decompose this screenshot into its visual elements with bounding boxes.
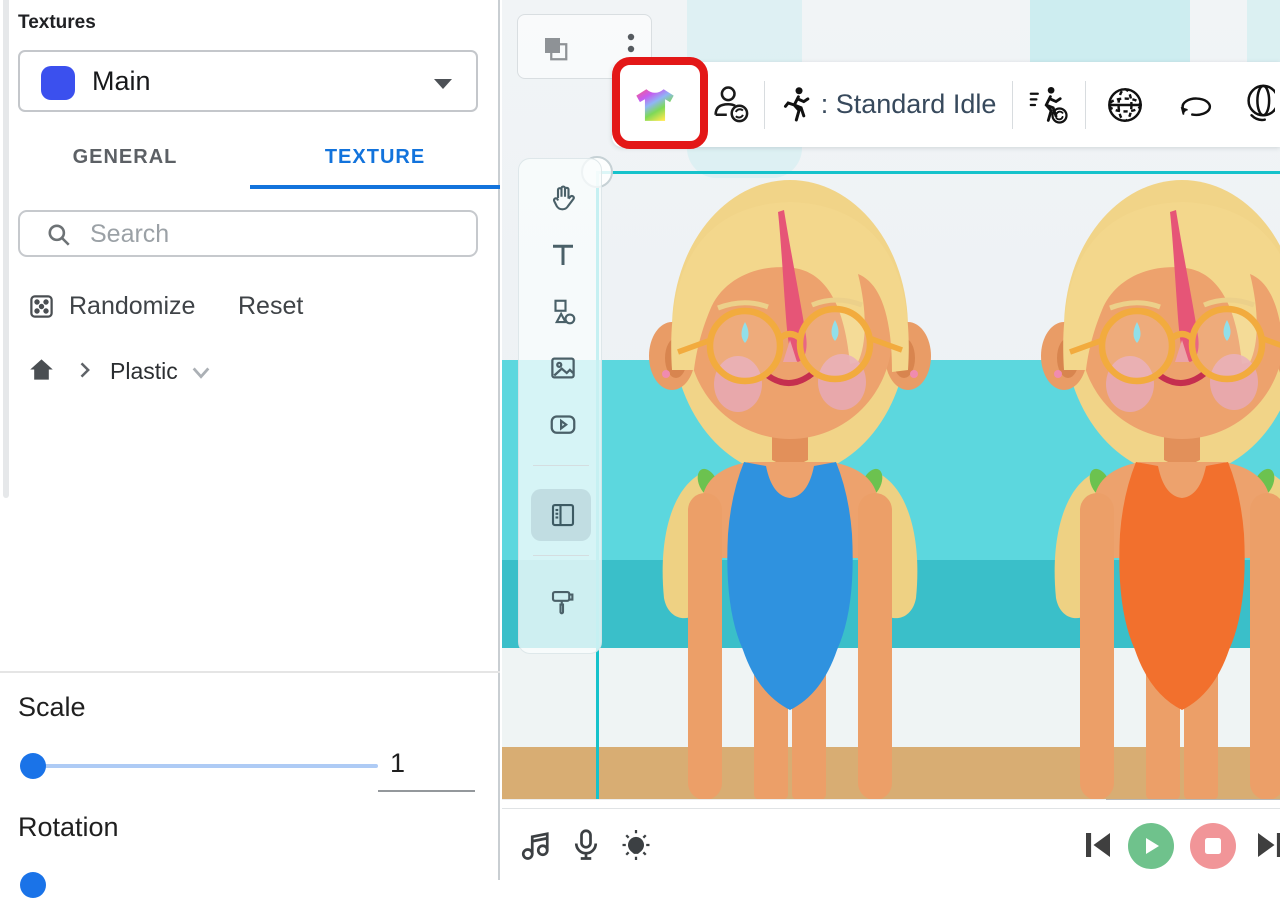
chevron-right-icon bbox=[74, 360, 94, 380]
swatch-actions: Randomize Reset bbox=[0, 292, 500, 324]
runner-icon bbox=[780, 86, 814, 124]
scene-canvas[interactable]: : Standard Idle ◀ bbox=[502, 0, 1280, 800]
swimsuit bbox=[727, 462, 852, 710]
globe-axes-icon bbox=[1105, 85, 1145, 125]
rotate-view-button[interactable] bbox=[1165, 90, 1226, 120]
toolbar-divider bbox=[533, 465, 589, 466]
textures-panel: Textures Main GENERAL TEXTURE Randomize … bbox=[0, 0, 500, 880]
music-note-icon[interactable] bbox=[518, 827, 554, 863]
swimsuit bbox=[1119, 462, 1244, 710]
rotation-label: Rotation bbox=[18, 812, 119, 843]
tab-texture[interactable]: TEXTURE bbox=[250, 132, 500, 188]
material-dropdown-label: Main bbox=[92, 52, 151, 110]
breadcrumb: Plastic bbox=[0, 356, 500, 388]
texture-grid: ▲ ▼ bbox=[0, 396, 500, 660]
toolbar-divider bbox=[533, 555, 589, 556]
microphone-icon[interactable] bbox=[568, 827, 604, 863]
scale-label: Scale bbox=[18, 692, 86, 723]
canvas-h-scrollbar[interactable]: ◀ bbox=[502, 799, 1280, 800]
video-icon[interactable] bbox=[548, 409, 578, 439]
toolbar-divider bbox=[764, 81, 765, 129]
skip-back-icon[interactable] bbox=[1080, 827, 1116, 863]
orbit-character-button[interactable] bbox=[1225, 83, 1280, 127]
home-icon[interactable] bbox=[28, 356, 55, 383]
scale-slider-track[interactable] bbox=[20, 764, 378, 768]
scale-value[interactable]: 1 bbox=[390, 748, 470, 779]
panel-tabs: GENERAL TEXTURE bbox=[0, 132, 500, 188]
caret-down-icon[interactable] bbox=[190, 364, 212, 382]
person-sync-icon bbox=[711, 84, 751, 126]
image-icon[interactable] bbox=[548, 353, 578, 383]
search-input[interactable] bbox=[90, 216, 470, 252]
shapes-icon[interactable] bbox=[548, 297, 578, 327]
reset-label: Reset bbox=[238, 292, 303, 321]
orbit-rotate-icon bbox=[1174, 90, 1216, 120]
section-divider bbox=[0, 671, 500, 673]
swap-character-button[interactable] bbox=[698, 84, 764, 126]
skip-forward-icon[interactable] bbox=[1252, 827, 1280, 863]
breadcrumb-category[interactable]: Plastic bbox=[110, 358, 178, 385]
tab-general[interactable]: GENERAL bbox=[0, 132, 250, 188]
orbit-sphere-button[interactable] bbox=[1086, 85, 1165, 125]
animation-name-label[interactable]: : Standard Idle bbox=[821, 89, 997, 120]
randomize-button[interactable]: Randomize bbox=[28, 292, 195, 321]
texture-tshirt-button[interactable] bbox=[612, 82, 698, 128]
rainbow-tshirt-icon bbox=[632, 82, 678, 128]
canvas-h-scrollbar-thumb[interactable] bbox=[1106, 799, 1280, 800]
character-girl-blue[interactable] bbox=[638, 178, 942, 800]
duplicate-icon[interactable] bbox=[540, 33, 570, 63]
panel-title: Textures bbox=[18, 12, 96, 34]
text-icon[interactable] bbox=[548, 240, 578, 270]
search-icon bbox=[46, 222, 72, 248]
stop-icon bbox=[1204, 837, 1222, 855]
globe-partial-icon bbox=[1231, 83, 1275, 127]
play-button[interactable] bbox=[1128, 823, 1174, 869]
runner-sync-icon bbox=[1028, 84, 1070, 126]
character-toolbar: : Standard Idle bbox=[612, 62, 1280, 147]
canvas-side-toolbar bbox=[518, 158, 602, 654]
reset-button[interactable]: Reset bbox=[238, 292, 303, 321]
active-tab-underline bbox=[250, 185, 500, 189]
chevron-down-icon bbox=[434, 79, 452, 89]
material-dropdown[interactable]: Main bbox=[18, 50, 478, 112]
character-girl-orange[interactable] bbox=[1030, 178, 1280, 800]
hand-icon[interactable] bbox=[548, 183, 578, 213]
stop-button[interactable] bbox=[1190, 823, 1236, 869]
scroll-left-icon[interactable]: ◀ bbox=[504, 799, 510, 800]
change-animation-button[interactable] bbox=[1013, 84, 1085, 126]
randomize-label: Randomize bbox=[69, 292, 195, 321]
brightness-icon[interactable] bbox=[618, 827, 654, 863]
playback-bar bbox=[502, 808, 1280, 880]
play-icon bbox=[1141, 836, 1161, 856]
selection-frame-top[interactable] bbox=[597, 171, 1280, 174]
animation-button[interactable] bbox=[773, 86, 821, 124]
search-box[interactable] bbox=[18, 210, 478, 257]
scale-value-underline bbox=[378, 790, 475, 792]
dice-icon bbox=[28, 293, 55, 320]
rotation-slider-thumb[interactable] bbox=[20, 872, 46, 898]
scale-slider-thumb[interactable] bbox=[20, 753, 46, 779]
material-color-swatch bbox=[41, 66, 75, 100]
panel-icon[interactable] bbox=[548, 500, 578, 530]
paint-roller-icon[interactable] bbox=[548, 587, 578, 617]
